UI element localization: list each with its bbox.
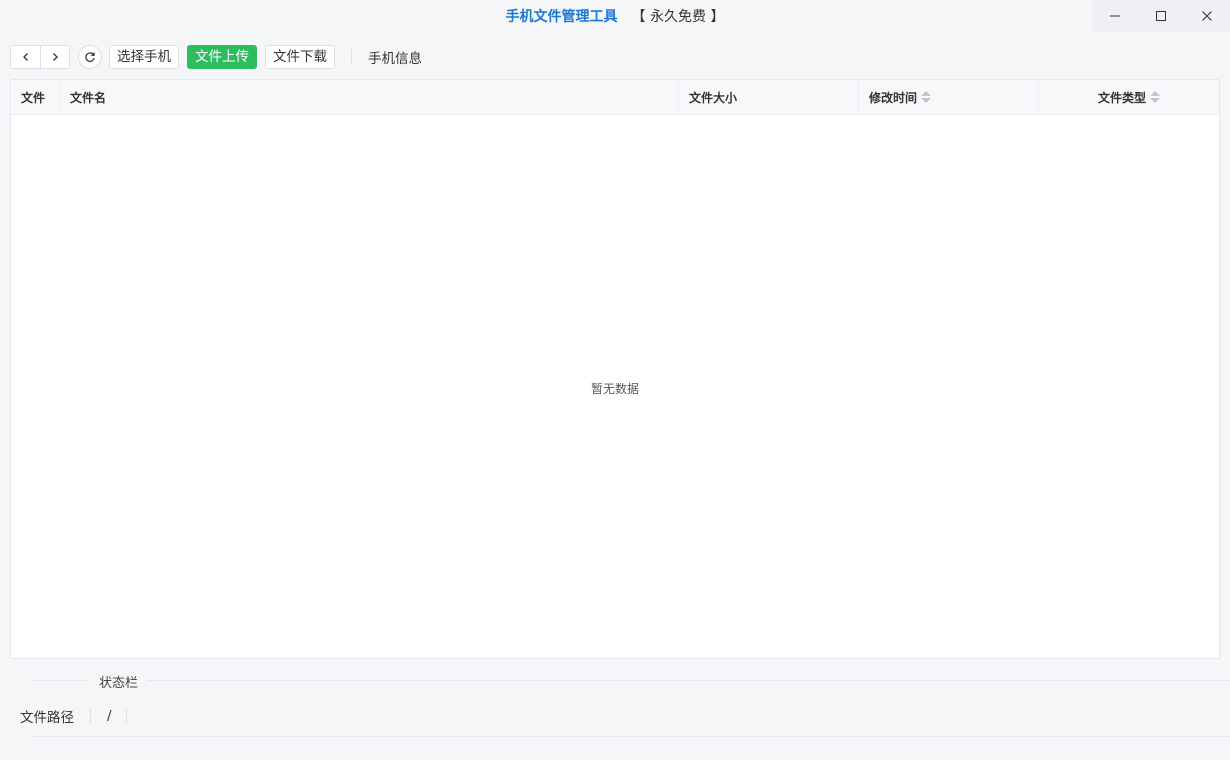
path-label: 文件路径	[20, 710, 74, 726]
minimize-button[interactable]	[1092, 0, 1138, 32]
table-header: 文件 文件名 文件大小 修改时间 文件类型	[11, 80, 1219, 115]
download-button[interactable]: 文件下载	[265, 45, 335, 69]
app-title: 手机文件管理工具	[505, 9, 618, 25]
status-title: 状态栏	[90, 672, 148, 691]
free-badge: 【 永久免费 】	[631, 9, 725, 25]
refresh-button[interactable]	[78, 45, 102, 69]
close-button[interactable]	[1184, 0, 1230, 32]
sort-icon[interactable]	[921, 91, 932, 103]
upload-button[interactable]: 文件上传	[187, 45, 257, 69]
column-header-modified[interactable]: 修改时间	[859, 80, 1039, 114]
path-value: /	[107, 708, 112, 724]
maximize-button[interactable]	[1138, 0, 1184, 32]
refresh-icon	[85, 52, 95, 62]
status-divider-bottom	[32, 736, 1230, 737]
chevron-left-icon	[22, 53, 28, 61]
path-divider	[125, 709, 127, 723]
toolbar-divider	[351, 49, 352, 65]
phone-info-button[interactable]: 手机信息	[368, 47, 422, 67]
minimize-icon	[1110, 15, 1120, 17]
empty-placeholder: 暂无数据	[590, 382, 639, 396]
column-header-filename: 文件名	[60, 80, 679, 114]
nav-group	[10, 45, 70, 69]
column-header-size: 文件大小	[679, 80, 859, 114]
toolbar: 选择手机 文件上传 文件下载 手机信息	[10, 45, 422, 69]
path-row: 文件路径 /	[20, 706, 127, 726]
forward-button[interactable]	[40, 46, 69, 68]
window-controls	[1092, 0, 1230, 32]
window-title: 手机文件管理工具【 永久免费 】	[0, 6, 1230, 26]
status-bar: 状态栏 文件路径 /	[0, 668, 1230, 760]
file-table: 文件 文件名 文件大小 修改时间 文件类型 暂无数据	[10, 79, 1220, 659]
path-divider	[90, 709, 91, 723]
select-phone-button[interactable]: 选择手机	[109, 45, 179, 69]
sort-icon[interactable]	[1150, 91, 1160, 103]
back-button[interactable]	[11, 46, 40, 68]
maximize-icon	[1156, 11, 1166, 21]
column-header-file: 文件	[11, 80, 60, 114]
chevron-right-icon	[53, 53, 58, 61]
title-bar: 手机文件管理工具【 永久免费 】	[0, 0, 1230, 32]
column-header-type[interactable]: 文件类型	[1039, 80, 1219, 114]
close-icon	[1202, 11, 1212, 21]
status-divider-top	[32, 680, 1230, 681]
